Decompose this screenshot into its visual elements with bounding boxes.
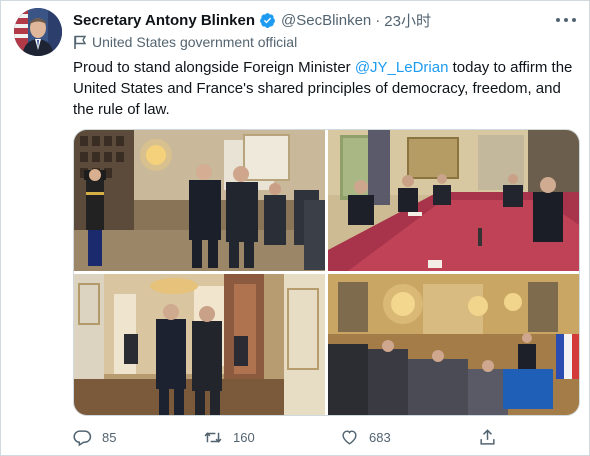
like-button[interactable]: 683 bbox=[340, 426, 391, 448]
more-icon[interactable] bbox=[556, 10, 576, 30]
retweet-icon bbox=[204, 431, 222, 443]
photo-1[interactable] bbox=[74, 130, 325, 271]
author-name[interactable]: Secretary Antony Blinken bbox=[73, 12, 255, 29]
retweet-count: 160 bbox=[233, 429, 255, 445]
tweet-text: Proud to stand alongside Foreign Ministe… bbox=[73, 57, 581, 120]
tweet-header: Secretary Antony Blinken @SecBlinken · 2… bbox=[73, 9, 431, 31]
photo-4[interactable] bbox=[328, 274, 579, 415]
government-label: United States government official bbox=[73, 34, 297, 50]
tweet-actions: 85 160 683 bbox=[73, 426, 513, 450]
separator-dot: · bbox=[375, 11, 381, 29]
retweet-button[interactable]: 160 bbox=[203, 426, 255, 448]
reply-count: 85 bbox=[102, 429, 117, 445]
author-handle[interactable]: @SecBlinken bbox=[281, 12, 371, 29]
heart-icon bbox=[342, 430, 357, 445]
photo-2[interactable] bbox=[328, 130, 579, 271]
tweet-timestamp[interactable]: 23小时 bbox=[384, 10, 431, 31]
share-icon bbox=[480, 428, 495, 445]
verified-badge-icon bbox=[259, 12, 276, 29]
flag-icon bbox=[74, 35, 87, 49]
media-grid bbox=[73, 129, 580, 416]
like-count: 683 bbox=[369, 429, 391, 445]
avatar[interactable] bbox=[14, 8, 62, 56]
mention-link[interactable]: @JY_LeDrian bbox=[355, 59, 449, 76]
share-button[interactable] bbox=[478, 426, 507, 448]
tweet-text-part1: Proud to stand alongside Foreign Ministe… bbox=[73, 59, 355, 76]
photo-3[interactable] bbox=[74, 274, 325, 415]
reply-button[interactable]: 85 bbox=[73, 426, 116, 448]
label-text: United States government official bbox=[92, 34, 298, 50]
reply-icon bbox=[73, 429, 92, 446]
